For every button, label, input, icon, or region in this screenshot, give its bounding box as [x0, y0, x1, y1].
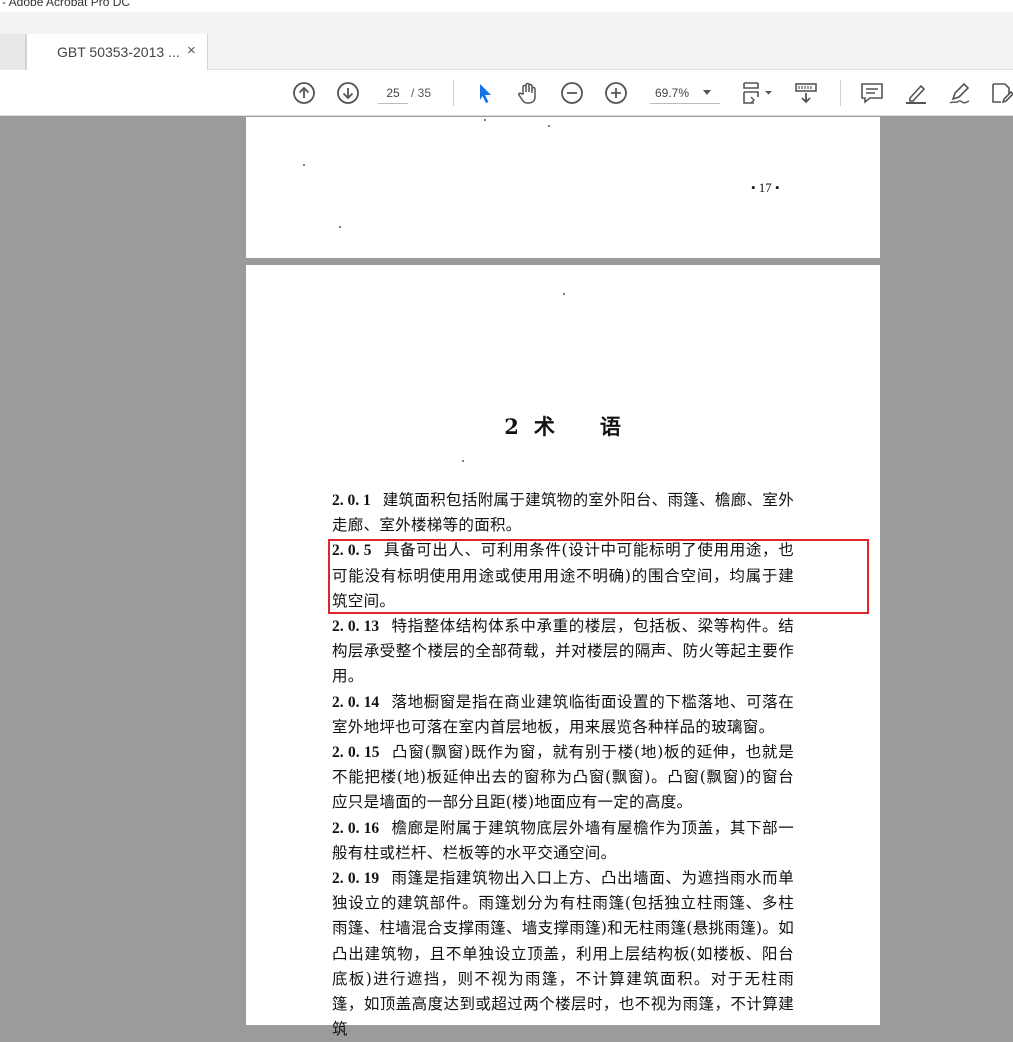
chapter-heading: 2术 语	[246, 411, 880, 441]
pdf-page-18: 2术 语 2. 0. 1 建筑面积包括附属于建筑物的室外阳台、雨篷、檐廊、室外走廊、…	[246, 265, 880, 1038]
next-page-button[interactable]	[334, 79, 362, 107]
sign-icon	[949, 82, 970, 104]
close-tab-icon[interactable]: ×	[187, 42, 196, 59]
clause-number: 2. 0. 19	[332, 870, 380, 888]
clause-text: 凸窗(飘窗)既作为窗，就有别于楼(地)板的延伸，也就是不能把楼(地)板延伸出去的…	[332, 743, 794, 812]
clause-number: 2. 0. 5	[332, 542, 372, 560]
clause-text: 具备可出人、可利用条件(设计中可能标明了使用用途，也可能没有标明使用用途或使用用…	[332, 541, 795, 610]
toolbar-divider	[840, 80, 841, 106]
zoom-out-button[interactable]	[558, 79, 586, 107]
clause-2-0-14: 2. 0. 14 落地橱窗是指在商业建筑临街面设置的下槛落地、可落在室外地坪也可落…	[332, 690, 794, 740]
edit-pdf-button[interactable]	[988, 79, 1013, 107]
comment-icon	[861, 83, 883, 104]
page-total: / 35	[411, 86, 432, 100]
clause-text: 建筑面积包括附属于建筑物的室外阳台、雨篷、檐廊、室外走廊、室外楼梯等的面积。	[332, 491, 794, 535]
zoom-in-button[interactable]	[602, 79, 630, 107]
clause-number: 2. 0. 13	[332, 618, 380, 636]
clause-number: 2. 0. 16	[332, 819, 380, 837]
scroll-mode-button[interactable]	[792, 79, 820, 107]
chevron-down-icon	[703, 90, 711, 95]
page-display-icon	[743, 82, 772, 104]
scan-speck	[548, 125, 550, 127]
scroll-mode-icon	[795, 83, 817, 104]
clause-text: 特指整体结构体系中承重的楼层，包括板、梁等构件。结构层承受整个楼层的全部荷载，并…	[332, 617, 794, 686]
scan-speck	[462, 460, 464, 462]
scan-speck	[303, 164, 305, 166]
hand-icon	[518, 82, 536, 104]
chapter-title-char-1: 术	[533, 414, 556, 439]
clause-text: 落地橱窗是指在商业建筑临街面设置的下槛落地、可落在室外地坪也可落在室内首层地板，…	[332, 692, 794, 736]
title-bar: - Adobe Acrobat Pro DC	[0, 0, 1013, 12]
scan-speck	[484, 119, 486, 121]
clause-2-0-5: 2. 0. 5 具备可出人、可利用条件(设计中可能标明了使用用途，也可能没有标明使…	[332, 538, 794, 614]
pdf-page-17: • 17 •	[246, 117, 880, 258]
highlight-pen-icon	[906, 84, 926, 104]
document-tab[interactable]: GBT 50353-2013 ... ×	[26, 34, 208, 71]
clause-text: 雨篷是指建筑物出入口上方、凸出墙面、为遮挡雨水而单独设立的建筑部件。雨篷划分为有…	[332, 869, 794, 1039]
page-number-input[interactable]: 25	[378, 82, 408, 104]
document-tab-label: GBT 50353-2013 ...	[57, 44, 180, 60]
window-title: - Adobe Acrobat Pro DC	[2, 0, 131, 9]
page-number-footer: • 17 •	[751, 180, 780, 195]
select-cursor-icon	[480, 84, 491, 103]
clause-2-0-16: 2. 0. 16 檐廊是附属于建筑物底层外墙有屋檐作为顶盖，其下部一般有柱或栏杆、…	[332, 816, 794, 866]
page-display-button[interactable]	[738, 79, 774, 107]
edit-pdf-icon	[992, 83, 1013, 104]
next-page-icon	[337, 82, 359, 104]
clause-number: 2. 0. 1	[332, 492, 371, 509]
zoom-out-icon	[561, 82, 583, 104]
clause-2-0-1: 2. 0. 1 建筑面积包括附属于建筑物的室外阳台、雨篷、檐廊、室外走廊、室外楼梯…	[332, 488, 794, 538]
terms-body: 2. 0. 1 建筑面积包括附属于建筑物的室外阳台、雨篷、檐廊、室外走廊、室外楼梯…	[332, 488, 794, 1042]
clause-2-0-19: 2. 0. 19 雨篷是指建筑物出入口上方、凸出墙面、为遮挡雨水而单独设立的建筑部…	[332, 866, 794, 1042]
prev-page-icon	[293, 82, 315, 104]
clause-text: 檐廊是附属于建筑物底层外墙有屋檐作为顶盖，其下部一般有柱或栏杆、栏板等的水平交通…	[332, 818, 794, 862]
prev-page-button[interactable]	[290, 79, 318, 107]
clause-2-0-15: 2. 0. 15 凸窗(飘窗)既作为窗，就有别于楼(地)板的延伸，也就是不能把楼(…	[332, 740, 794, 816]
tab-bar: GBT 50353-2013 ... ×	[0, 12, 1013, 71]
toolbar-divider	[453, 80, 454, 106]
toolbar: 25 / 35 69.7%	[0, 70, 1013, 116]
highlight-button[interactable]	[902, 79, 930, 107]
sign-button[interactable]	[946, 79, 974, 107]
chapter-title-char-2: 语	[599, 414, 622, 439]
comment-button[interactable]	[858, 79, 886, 107]
select-tool-button[interactable]	[471, 79, 499, 107]
clause-2-0-13: 2. 0. 13 特指整体结构体系中承重的楼层，包括板、梁等构件。结构层承受整个楼…	[332, 614, 794, 690]
clause-number: 2. 0. 14	[332, 693, 380, 711]
home-tab-stub[interactable]	[0, 34, 26, 70]
scan-speck	[339, 226, 341, 228]
zoom-in-icon	[605, 82, 627, 104]
scan-speck	[563, 293, 565, 295]
clause-number: 2. 0. 15	[332, 744, 380, 762]
chapter-number: 2	[504, 414, 520, 439]
hand-tool-button[interactable]	[514, 79, 542, 107]
